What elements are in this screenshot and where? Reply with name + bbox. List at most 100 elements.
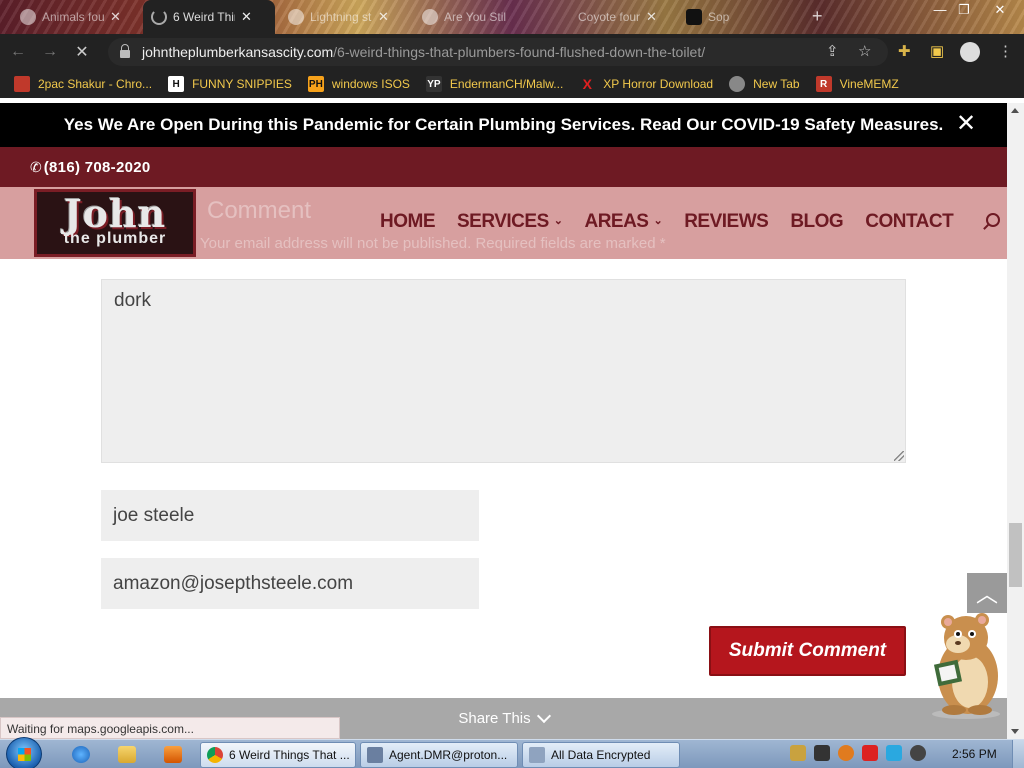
more-menu-icon[interactable]: ⋮ (998, 42, 1013, 60)
chrome-icon (207, 747, 223, 763)
bookmark-new-tab[interactable]: New Tab (729, 76, 800, 92)
resize-handle[interactable] (894, 451, 904, 461)
side-panel-icon[interactable]: ▣ (930, 42, 944, 60)
flag-icon[interactable] (862, 745, 878, 761)
internet-explorer-icon[interactable] (72, 746, 90, 763)
comment-text: dork (114, 290, 151, 311)
bookmark-funny-snippies[interactable]: H FUNNY SNIPPIES (168, 76, 292, 92)
r-icon: R (815, 76, 832, 92)
tab-are-you-still[interactable]: Are You Still (414, 2, 514, 32)
folder-icon[interactable] (118, 746, 136, 763)
extensions-icon[interactable]: ✚ (898, 42, 911, 60)
comment-required-note: Your email address will not be published… (200, 235, 666, 252)
bookmark-label: 2pac Shakur - Chro... (38, 77, 153, 91)
close-tab-icon[interactable]: ✕ (241, 9, 252, 25)
logo-text-bottom: the plumber (63, 230, 167, 247)
share-label: Share This (458, 710, 531, 727)
bookmark-label: New Tab (753, 77, 800, 91)
tab-coyote[interactable]: Coyote foun ✕ (548, 2, 665, 32)
bookmark-xp-horror[interactable]: X XP Horror Download (579, 76, 714, 92)
start-button[interactable] (6, 737, 42, 768)
share-page-icon[interactable]: ⇪ (826, 42, 839, 60)
phone-bar: ✆ (816) 708-2020 (0, 147, 1007, 187)
browser-tab-strip: Animals fouls ✕ 6 Weird Thin ✕ Lightning… (0, 0, 1024, 34)
tab-weird-things[interactable]: 6 Weird Thin ✕ (143, 0, 275, 34)
nav-blog[interactable]: BLOG (790, 211, 843, 233)
minimize-icon[interactable]: — (928, 2, 952, 17)
close-tab-icon[interactable]: ✕ (110, 9, 121, 25)
tab-lightning[interactable]: Lightning str ✕ (280, 2, 397, 32)
show-desktop-button[interactable] (1012, 740, 1024, 768)
hamster-tray-icon[interactable] (790, 745, 806, 761)
nav-label: BLOG (790, 211, 844, 232)
scroll-thumb[interactable] (1009, 523, 1022, 587)
monitor-icon[interactable] (886, 745, 902, 761)
submit-comment-button[interactable]: Submit Comment (709, 626, 906, 676)
bookmark-vinememz[interactable]: R VineMEMZ (815, 76, 899, 92)
media-player-icon[interactable] (164, 746, 182, 763)
new-tab-icon[interactable]: + (812, 6, 823, 27)
close-icon[interactable]: ✕ (956, 112, 976, 136)
email-field[interactable]: amazon@josepthsteele.com (101, 558, 479, 609)
search-icon[interactable] (986, 213, 1000, 227)
nav-label: HOME (380, 211, 436, 232)
scroll-up-icon[interactable] (1011, 108, 1019, 113)
tab-sop[interactable]: Sop (678, 2, 778, 32)
taskbar-item-chrome[interactable]: 6 Weird Things That ... (200, 742, 356, 768)
checkmark-tray-icon[interactable] (814, 745, 830, 761)
taskbar-item-mail[interactable]: Agent.DMR@proton... (360, 742, 518, 768)
main-nav: HOME SERVICES ⌄ AREAS ⌄ REVIEWS BLOG CONTA… (380, 211, 954, 233)
site-logo[interactable]: John the plumber (34, 189, 196, 257)
bookmark-2pac[interactable]: 2pac Shakur - Chro... (14, 76, 152, 92)
bookmark-endermanch[interactable]: YP EndermanCH/Malw... (425, 76, 563, 92)
url-host: johntheplumberkansascity.com (142, 44, 334, 60)
name-value: joe steele (113, 504, 195, 526)
hamster-mascot[interactable] (918, 610, 1007, 720)
status-text: Waiting for maps.googleapis.com... (7, 722, 194, 736)
email-value: amazon@josepthsteele.com (113, 572, 354, 594)
site-icon (288, 9, 304, 25)
comment-textarea[interactable]: dork (101, 279, 906, 463)
system-tray (790, 745, 926, 761)
nav-contact[interactable]: CONTACT (865, 211, 953, 233)
close-tab-icon[interactable]: ✕ (378, 9, 389, 25)
tab-animals[interactable]: Animals fouls ✕ (12, 2, 129, 32)
stop-loading-icon[interactable]: ✕ (68, 42, 96, 62)
forward-icon[interactable]: → (36, 43, 64, 61)
search-tray-icon[interactable] (838, 745, 854, 761)
bookmark-windows-isos[interactable]: PH windows ISOS (307, 76, 410, 92)
bookmark-star-icon[interactable]: ☆ (858, 42, 871, 60)
volume-icon[interactable] (910, 745, 926, 761)
globe-icon (729, 76, 746, 92)
covid-notice-text: Yes We Are Open During this Pandemic for… (63, 115, 944, 134)
nav-label: AREAS (584, 211, 649, 232)
nav-label: REVIEWS (684, 211, 769, 232)
tab-title: 6 Weird Thin (173, 10, 235, 24)
nav-home[interactable]: HOME (380, 211, 436, 233)
lock-icon[interactable] (120, 44, 130, 58)
taskbar-clock[interactable]: 2:56 PM (952, 747, 997, 761)
bookmarks-bar: 2pac Shakur - Chro... H FUNNY SNIPPIES P… (0, 70, 1024, 98)
scroll-down-icon[interactable] (1011, 729, 1019, 734)
address-bar[interactable]: johntheplumberkansascity.com/6-weird-thi… (108, 38, 888, 66)
back-icon[interactable]: ← (4, 43, 32, 61)
bookmark-label: XP Horror Download (603, 77, 714, 91)
restore-icon[interactable]: ❐ (952, 2, 976, 18)
yp-icon: YP (425, 76, 442, 92)
phone-icon: ✆ (30, 158, 42, 175)
covid-notice-bar[interactable]: Yes We Are Open During this Pandemic for… (0, 103, 1007, 147)
nav-reviews[interactable]: REVIEWS (684, 211, 769, 233)
scroll-to-top-button[interactable]: ︿ (967, 573, 1007, 613)
close-window-icon[interactable]: ✕ (988, 2, 1012, 18)
phone-number[interactable]: (816) 708-2020 (44, 159, 151, 176)
taskbar-item-encrypted[interactable]: All Data Encrypted (522, 742, 680, 768)
nav-areas[interactable]: AREAS ⌄ (584, 211, 662, 233)
profile-avatar[interactable] (960, 42, 980, 62)
chevron-down-icon: ⌄ (653, 215, 663, 227)
close-tab-icon[interactable]: ✕ (646, 9, 657, 25)
nav-services[interactable]: SERVICES ⌄ (457, 211, 563, 233)
site-icon (556, 9, 572, 25)
tab-title: Lightning str (310, 10, 372, 24)
name-field[interactable]: joe steele (101, 490, 479, 541)
page-scrollbar[interactable] (1007, 103, 1024, 739)
